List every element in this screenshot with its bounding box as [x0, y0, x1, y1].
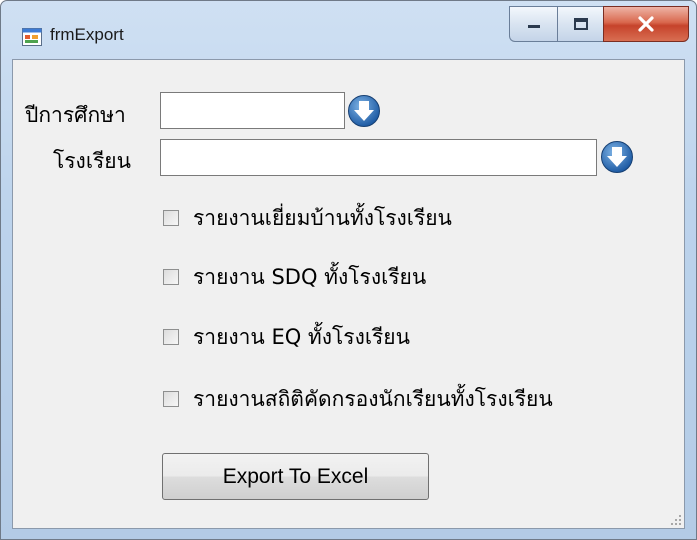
resize-grip-icon[interactable]: [670, 514, 682, 526]
maximize-button[interactable]: [557, 6, 603, 42]
window-frmexport: frmExport ปีการศึกษา โรงเรียน รายงานเยี่…: [0, 0, 697, 540]
maximize-icon: [573, 18, 588, 30]
close-button[interactable]: [603, 6, 689, 42]
close-icon: [638, 16, 654, 32]
export-to-excel-button[interactable]: Export To Excel: [162, 453, 429, 500]
year-input[interactable]: [160, 92, 345, 129]
checkbox[interactable]: [163, 269, 179, 285]
form-client-area: ปีการศึกษา โรงเรียน รายงานเยี่ยมบ้านทั้ง…: [12, 59, 685, 529]
window-controls: [509, 6, 689, 44]
minimize-icon: [527, 25, 540, 28]
minimize-button[interactable]: [509, 6, 557, 42]
checkbox-eq-report[interactable]: รายงาน EQ ทั้งโรงเรียน: [163, 322, 410, 352]
checkbox[interactable]: [163, 329, 179, 345]
checkbox-label: รายงาน SDQ ทั้งโรงเรียน: [193, 264, 427, 289]
checkbox-screening-stats-report[interactable]: รายงานสถิติคัดกรองนักเรียนทั้งโรงเรียน: [163, 384, 553, 414]
checkbox-label: รายงานสถิติคัดกรองนักเรียนทั้งโรงเรียน: [193, 386, 553, 411]
school-input[interactable]: [160, 139, 597, 176]
checkbox-label: รายงาน EQ ทั้งโรงเรียน: [193, 324, 410, 349]
checkbox[interactable]: [163, 391, 179, 407]
window-title: frmExport: [50, 25, 124, 44]
title-bar[interactable]: frmExport: [1, 1, 696, 59]
checkbox-sdq-report[interactable]: รายงาน SDQ ทั้งโรงเรียน: [163, 262, 426, 292]
checkbox-home-visit-report[interactable]: รายงานเยี่ยมบ้านทั้งโรงเรียน: [163, 203, 452, 233]
checkbox-label: รายงานเยี่ยมบ้านทั้งโรงเรียน: [193, 205, 452, 230]
form-app-icon: [22, 28, 42, 46]
download-arrow-icon[interactable]: [347, 94, 381, 128]
school-label: โรงเรียน: [53, 149, 131, 173]
year-label: ปีการศึกษา: [25, 103, 126, 127]
checkbox[interactable]: [163, 210, 179, 226]
download-arrow-icon[interactable]: [600, 140, 634, 174]
